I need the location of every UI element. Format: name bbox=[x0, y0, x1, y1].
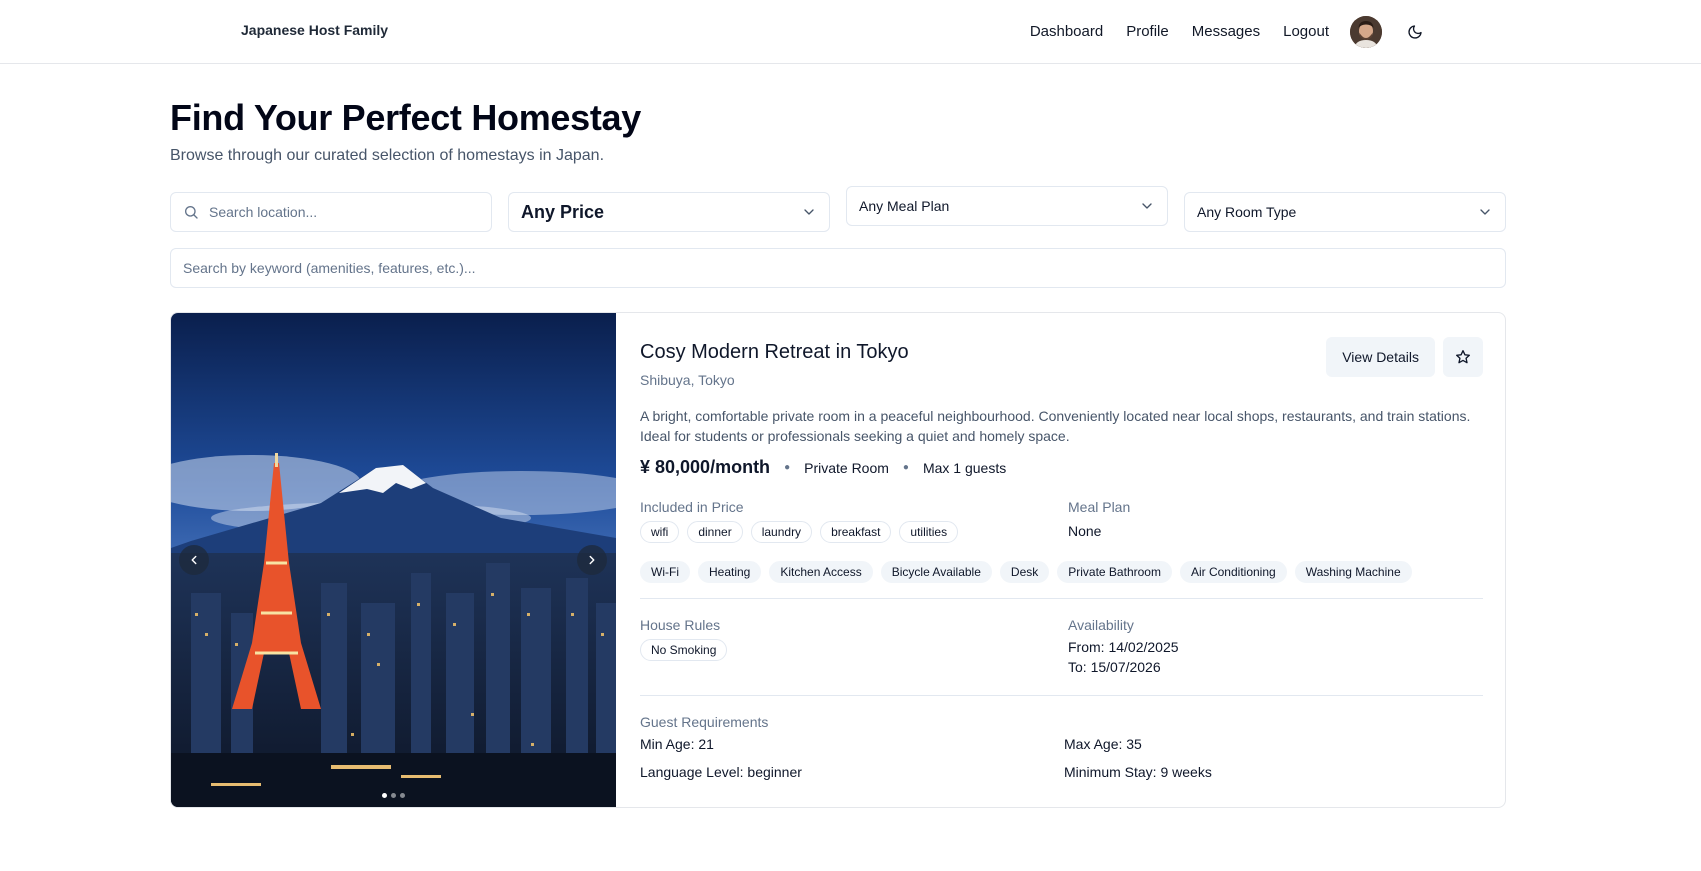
location-search-field bbox=[170, 192, 492, 232]
listing-details: Cosy Modern Retreat in Tokyo Shibuya, To… bbox=[640, 313, 1483, 807]
amenities-list: Wi-Fi Heating Kitchen Access Bicycle Ava… bbox=[640, 561, 1412, 583]
availability-label: Availability bbox=[1068, 617, 1134, 633]
house-rules-section: House Rules No Smoking bbox=[640, 617, 728, 661]
listing-description: A bright, comfortable private room in a … bbox=[640, 408, 1471, 444]
availability-section: Availability From: 14/02/2025 To: 15/07/… bbox=[1068, 617, 1179, 675]
language-level: Language Level: beginner bbox=[640, 764, 802, 780]
chevron-down-icon bbox=[1142, 203, 1152, 209]
included-tag: wifi bbox=[640, 521, 680, 543]
listing-location: Shibuya, Tokyo bbox=[640, 372, 735, 388]
house-rule-tag: No Smoking bbox=[640, 639, 728, 661]
available-to: To: 15/07/2026 bbox=[1068, 659, 1161, 675]
star-icon bbox=[1456, 350, 1470, 364]
meal-plan-section: Meal Plan None bbox=[1068, 499, 1130, 539]
amenity-tag: Air Conditioning bbox=[1179, 561, 1287, 583]
carousel-next-button[interactable] bbox=[577, 545, 607, 575]
separator-dot: ● bbox=[902, 462, 909, 473]
amenity-tag: Bicycle Available bbox=[880, 561, 992, 583]
location-search-input[interactable] bbox=[209, 204, 469, 220]
included-label: Included in Price bbox=[640, 499, 744, 515]
price-select-value: Any Price bbox=[521, 201, 605, 222]
carousel-dot[interactable] bbox=[400, 793, 405, 798]
listing-price: ¥ 80,000/month bbox=[640, 457, 771, 477]
listing-max-guests: Max 1 guests bbox=[922, 459, 1007, 476]
listing-meta: ¥ 80,000/month ● Private Room ● Max 1 gu… bbox=[640, 457, 1006, 478]
guest-requirements-section: Guest Requirements Min Age: 21 Max Age: … bbox=[640, 714, 1483, 788]
available-from: From: 14/02/2025 bbox=[1068, 639, 1179, 655]
included-tag: laundry bbox=[750, 521, 813, 543]
top-navbar: Japanese Host Family Dashboard Profile M… bbox=[0, 0, 1701, 64]
included-tag: dinner bbox=[687, 521, 743, 543]
nav-link-messages[interactable]: Messages bbox=[1192, 23, 1260, 40]
guest-requirements-label: Guest Requirements bbox=[640, 714, 769, 730]
max-age: Max Age: 35 bbox=[1064, 736, 1142, 752]
divider bbox=[640, 598, 1483, 599]
page-subtitle: Browse through our curated selection of … bbox=[170, 147, 605, 164]
moon-icon[interactable] bbox=[1405, 22, 1425, 42]
min-age: Min Age: 21 bbox=[640, 736, 714, 752]
user-avatar[interactable] bbox=[1350, 15, 1382, 48]
keyword-search-input[interactable] bbox=[183, 249, 1493, 287]
divider bbox=[640, 695, 1483, 696]
chevron-right-icon bbox=[589, 555, 595, 565]
chevron-down-icon bbox=[804, 209, 814, 215]
listing-card: Cosy Modern Retreat in Tokyo Shibuya, To… bbox=[170, 312, 1506, 808]
amenity-tag: Wi-Fi bbox=[640, 561, 690, 583]
meal-plan-label: Meal Plan bbox=[1068, 499, 1131, 515]
carousel-prev-button[interactable] bbox=[179, 545, 209, 575]
chevron-down-icon bbox=[1480, 209, 1490, 215]
price-select[interactable]: Any Price bbox=[508, 192, 830, 232]
carousel-dot[interactable] bbox=[391, 793, 396, 798]
meal-plan-value: None bbox=[1068, 523, 1102, 539]
amenity-tag: Kitchen Access bbox=[769, 561, 873, 583]
brand-name[interactable]: Japanese Host Family bbox=[241, 22, 388, 38]
room-type-select-value: Any Room Type bbox=[1197, 204, 1297, 220]
separator-dot: ● bbox=[784, 462, 791, 473]
view-details-button[interactable]: View Details bbox=[1326, 337, 1435, 377]
included-in-price: Included in Price wifi dinner laundry br… bbox=[640, 499, 959, 543]
chevron-left-icon bbox=[191, 555, 197, 565]
keyword-search-field bbox=[170, 248, 1506, 288]
amenity-tag: Private Bathroom bbox=[1057, 561, 1172, 583]
amenity-tag: Heating bbox=[697, 561, 762, 583]
meal-plan-select[interactable]: Any Meal Plan bbox=[846, 186, 1168, 226]
included-tag: breakfast bbox=[820, 521, 892, 543]
favorite-button[interactable] bbox=[1443, 337, 1483, 377]
nav-links: Dashboard Profile Messages Logout bbox=[1030, 0, 1425, 63]
meal-plan-select-value: Any Meal Plan bbox=[859, 198, 950, 214]
nav-link-profile[interactable]: Profile bbox=[1126, 23, 1169, 40]
carousel-dot[interactable] bbox=[382, 793, 387, 798]
house-rules-label: House Rules bbox=[640, 617, 721, 633]
nav-link-logout[interactable]: Logout bbox=[1283, 23, 1329, 40]
minimum-stay: Minimum Stay: 9 weeks bbox=[1064, 764, 1212, 780]
listing-photo bbox=[171, 313, 616, 807]
listing-room-type: Private Room bbox=[804, 459, 889, 476]
carousel-dots bbox=[382, 793, 405, 798]
search-icon bbox=[185, 206, 198, 219]
listing-photo-carousel bbox=[171, 313, 616, 807]
page-title: Find Your Perfect Homestay bbox=[170, 97, 641, 138]
room-type-select[interactable]: Any Room Type bbox=[1184, 192, 1506, 232]
listing-title: Cosy Modern Retreat in Tokyo bbox=[640, 341, 909, 363]
amenity-tag: Desk bbox=[999, 561, 1050, 583]
amenity-tag: Washing Machine bbox=[1294, 561, 1412, 583]
included-tag: utilities bbox=[899, 521, 959, 543]
nav-link-dashboard[interactable]: Dashboard bbox=[1030, 23, 1103, 40]
